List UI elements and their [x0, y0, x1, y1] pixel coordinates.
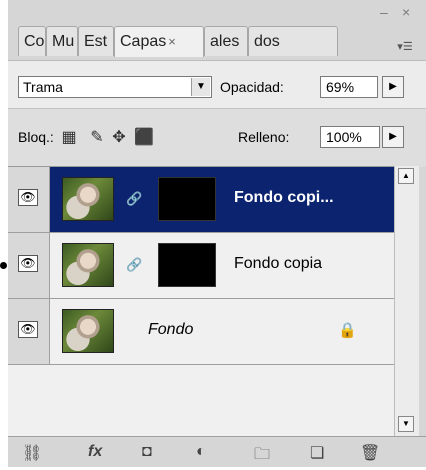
minimize-button[interactable]: – — [380, 4, 388, 20]
tab-label: Est — [84, 33, 108, 50]
link-layers-icon[interactable]: ⛓ — [22, 443, 42, 463]
new-layer-icon[interactable]: ❏ — [310, 443, 324, 463]
layer-row[interactable]: 👁 🔗 Fondo copia — [8, 233, 394, 299]
lock-row: Bloq.: ▦ ✎ ✥ ⬛ Relleno: 100% ▶ — [8, 108, 426, 167]
opacity-input[interactable]: 69% — [320, 76, 378, 98]
fill-label: Relleno: — [238, 129, 290, 145]
trash-icon[interactable]: 🗑 — [360, 443, 380, 463]
annotation-dot — [0, 262, 7, 269]
layer-list: 👁 🔗 Fondo copi... 👁 🔗 Fondo copia 👁 Fond… — [8, 166, 394, 437]
opacity-label: Opacidad: — [220, 79, 284, 95]
blend-mode-value: Trama — [23, 79, 63, 95]
layer-row[interactable]: 👁 🔗 Fondo copi... — [8, 167, 394, 233]
panel-menu-icon[interactable]: ▾☰ — [394, 40, 416, 54]
scrollbar[interactable]: ▲ ▼ — [394, 166, 419, 436]
link-icon[interactable]: 🔗 — [126, 257, 142, 273]
eye-icon: 👁 — [18, 255, 38, 272]
layer-mask-thumbnail[interactable] — [158, 243, 216, 287]
layer-thumbnail — [62, 309, 114, 353]
eye-icon: 👁 — [18, 321, 38, 338]
tab-estilos[interactable]: Est — [78, 26, 114, 56]
chevron-down-icon[interactable]: ▼ — [191, 78, 210, 96]
tab-strip: – × Co Mu Est Capas × ales dos ▾☰ — [8, 0, 426, 60]
scroll-down-button[interactable]: ▼ — [398, 416, 414, 432]
scroll-up-button[interactable]: ▲ — [398, 168, 414, 184]
layer-row[interactable]: 👁 Fondo 🔒 — [8, 299, 394, 365]
tab-close-icon[interactable]: × — [168, 34, 176, 49]
blend-mode-select[interactable]: Trama ▼ — [18, 76, 212, 98]
lock-paint-icon[interactable]: ✎ — [88, 129, 106, 147]
tab-label: Capas — [120, 33, 167, 50]
layer-mask-thumbnail[interactable] — [158, 177, 216, 221]
visibility-toggle[interactable]: 👁 — [8, 299, 50, 364]
fill-input[interactable]: 100% — [320, 126, 380, 148]
layers-panel: – × Co Mu Est Capas × ales dos ▾☰ Trama ▼… — [8, 0, 426, 467]
adjustment-icon[interactable]: ◐ — [196, 443, 206, 461]
fill-slider-button[interactable]: ▶ — [382, 126, 404, 148]
visibility-toggle[interactable]: 👁 — [8, 233, 50, 298]
eye-icon: 👁 — [18, 189, 38, 206]
tab-label: dos — [254, 33, 280, 50]
tab-label: Co — [24, 33, 45, 50]
tab-label: Mu — [52, 33, 75, 50]
fx-icon[interactable]: fx — [88, 443, 102, 461]
tab-capas[interactable]: Capas × — [114, 26, 204, 57]
link-icon[interactable]: 🔗 — [126, 191, 142, 207]
layer-name[interactable]: Fondo copi... — [234, 189, 334, 207]
lock-icon: 🔒 — [338, 322, 357, 339]
layer-thumbnail — [62, 243, 114, 287]
tab-label: ales — [210, 33, 240, 50]
layer-name[interactable]: Fondo copia — [234, 255, 322, 273]
bottom-toolbar: ⛓ fx ◘ ◐ 🗀 ❏ 🗑 — [8, 436, 426, 467]
layer-thumbnail — [62, 177, 114, 221]
tab-muestras[interactable]: Mu — [46, 26, 78, 56]
blend-row: Trama ▼ Opacidad: 69% ▶ — [8, 60, 426, 109]
mask-icon[interactable]: ◘ — [142, 443, 152, 461]
tab-canales[interactable]: ales — [204, 26, 248, 56]
lock-all-icon[interactable]: ⬛ — [134, 129, 154, 147]
opacity-slider-button[interactable]: ▶ — [382, 76, 404, 98]
lock-transparency-icon[interactable]: ▦ — [60, 129, 78, 147]
visibility-toggle[interactable]: 👁 — [8, 167, 50, 232]
tab-trazados[interactable]: dos — [248, 26, 338, 56]
layer-name[interactable]: Fondo — [148, 321, 193, 339]
lock-position-icon[interactable]: ✥ — [110, 129, 128, 147]
tab-color[interactable]: Co — [18, 26, 46, 56]
lock-label: Bloq.: — [18, 129, 54, 145]
close-button[interactable]: × — [402, 4, 410, 20]
